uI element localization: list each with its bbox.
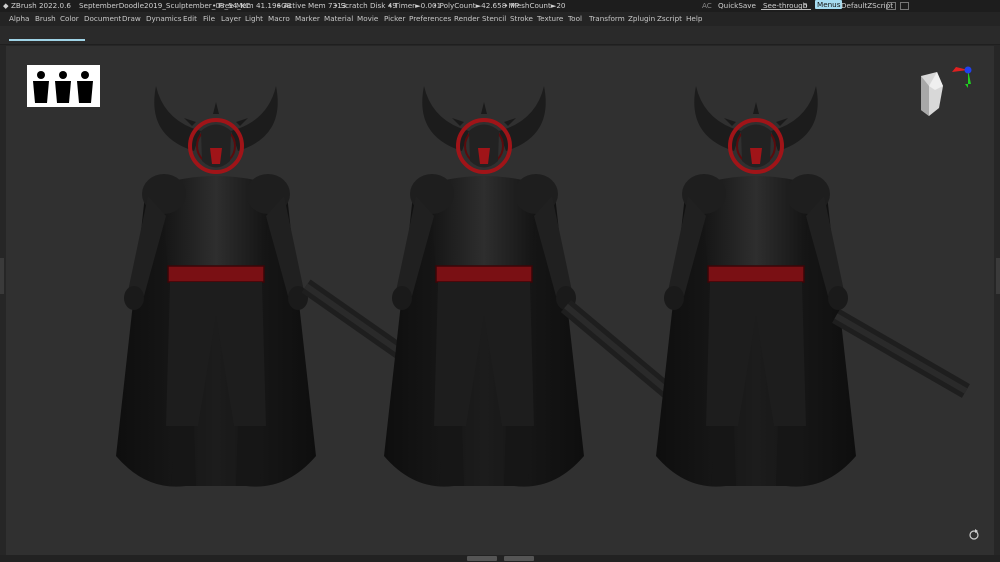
- top-shelf: [0, 26, 1000, 45]
- menu-draw[interactable]: Draw: [122, 12, 141, 26]
- window-toggle-icon[interactable]: [887, 2, 896, 10]
- menu-edit[interactable]: Edit: [183, 12, 197, 26]
- menu-zscript[interactable]: Zscript: [657, 12, 682, 26]
- menu-help[interactable]: Help: [686, 12, 702, 26]
- menu-stencil[interactable]: Stencil: [482, 12, 506, 26]
- app-version: ZBrush 2022.0.6: [11, 1, 71, 10]
- sword-right[interactable]: [832, 309, 970, 398]
- ac-button[interactable]: AC: [702, 0, 712, 12]
- menu-stroke[interactable]: Stroke: [510, 12, 533, 26]
- character-model-left[interactable]: [114, 84, 318, 489]
- menu-macro[interactable]: Macro: [268, 12, 290, 26]
- character-model-center[interactable]: [382, 84, 586, 489]
- character-model-right[interactable]: [654, 84, 858, 489]
- active-tab-indicator[interactable]: [9, 39, 85, 41]
- menu-dynamics[interactable]: Dynamics: [146, 12, 181, 26]
- app-logo-icon: ◆: [3, 1, 9, 10]
- bottom-tray-toggle-right[interactable]: [504, 556, 534, 561]
- menu-color[interactable]: Color: [60, 12, 79, 26]
- see-through-value: 0: [803, 1, 808, 10]
- menu-material[interactable]: Material: [324, 12, 353, 26]
- title-bar: ◆ ZBrush 2022.0.6 SeptemberDoodle2019_Sc…: [0, 0, 1000, 12]
- quicksave-button[interactable]: QuickSave: [718, 0, 756, 12]
- menu-marker[interactable]: Marker: [295, 12, 320, 26]
- left-tray-toggle[interactable]: [0, 258, 4, 294]
- menu-movie[interactable]: Movie: [357, 12, 378, 26]
- see-through-slider[interactable]: See-through 0: [761, 0, 811, 11]
- menu-alpha[interactable]: Alpha: [9, 12, 29, 26]
- meshcount-readout: • MeshCount►20: [504, 1, 566, 10]
- menu-brush[interactable]: Brush: [35, 12, 56, 26]
- bottom-tray-toggle-left[interactable]: [467, 556, 497, 561]
- rotate-icon[interactable]: [969, 529, 979, 540]
- viewport-svg: [27, 65, 979, 540]
- document-canvas[interactable]: [6, 46, 994, 555]
- menu-layer[interactable]: Layer: [221, 12, 241, 26]
- menu-texture[interactable]: Texture: [537, 12, 563, 26]
- see-through-label: See-through: [763, 1, 808, 10]
- right-tray-toggle[interactable]: [996, 258, 1000, 294]
- menu-document[interactable]: Document: [84, 12, 121, 26]
- bottom-tray: [0, 555, 1000, 562]
- menus-toggle-button[interactable]: Menus: [815, 0, 843, 9]
- axis-gizmo-icon[interactable]: [952, 66, 972, 89]
- menu-transform[interactable]: Transform: [589, 12, 625, 26]
- menu-file[interactable]: File: [203, 12, 215, 26]
- menu-picker[interactable]: Picker: [384, 12, 405, 26]
- default-zscript-button[interactable]: DefaultZScript: [841, 0, 893, 12]
- menu-render[interactable]: Render: [454, 12, 480, 26]
- layout-toggle-icon[interactable]: [900, 2, 909, 10]
- head-navigation-icon[interactable]: [921, 72, 943, 116]
- silhouette-thumbnail-icon: [27, 65, 100, 107]
- see-through-track: [761, 9, 811, 10]
- menu-preferences[interactable]: Preferences: [409, 12, 451, 26]
- menu-zplugin[interactable]: Zplugin: [628, 12, 655, 26]
- main-menu-bar: Alpha Brush Color Document Draw Dynamics…: [0, 12, 1000, 26]
- menu-tool[interactable]: Tool: [568, 12, 582, 26]
- menu-light[interactable]: Light: [245, 12, 263, 26]
